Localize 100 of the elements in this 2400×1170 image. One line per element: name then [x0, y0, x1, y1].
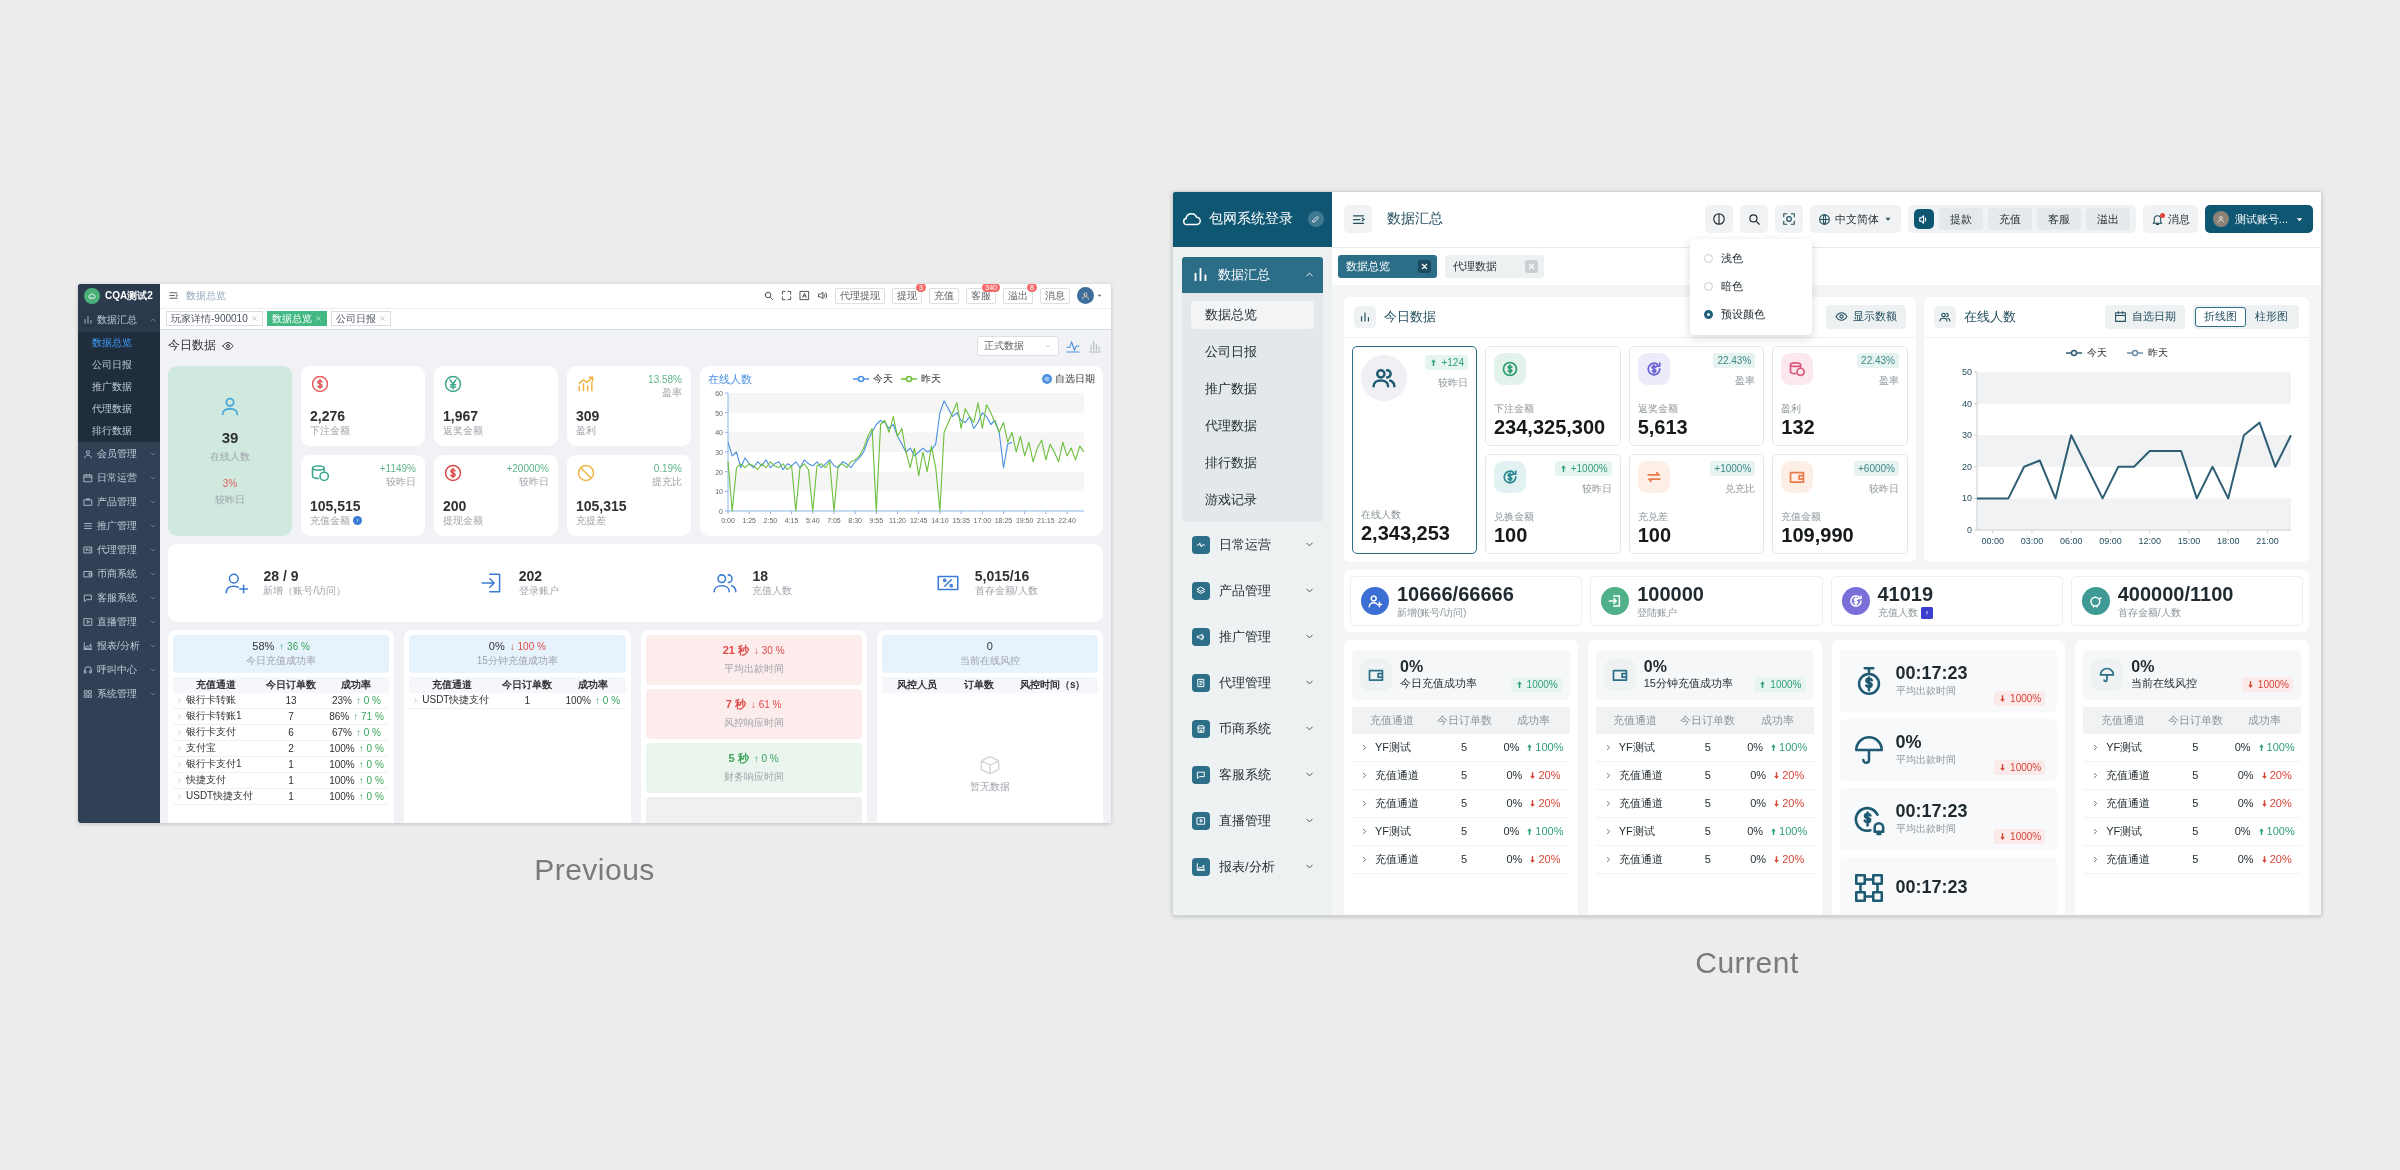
quick-button[interactable]: 充值 [1987, 208, 2032, 230]
theme-option[interactable]: 预设颜色 [1690, 300, 1812, 329]
language-select[interactable]: 中文简体 [1809, 205, 1901, 233]
data-source-select[interactable]: 正式数据 [977, 335, 1059, 356]
menu-item[interactable]: 直播管理 [1182, 797, 1323, 844]
submenu-item[interactable]: 代理数据 [1191, 411, 1314, 440]
tab[interactable]: 玩家详情-900010 [166, 311, 263, 326]
messages-button[interactable]: 消息 [2142, 205, 2198, 233]
trend-text: 20% [2259, 797, 2292, 809]
quick-button[interactable]: 溢出 [2085, 208, 2130, 230]
translate-icon[interactable] [799, 290, 810, 301]
table-cell: 5 [2192, 741, 2199, 753]
column-header: 充值通道 [2100, 712, 2145, 728]
sound-button[interactable] [1913, 209, 1934, 229]
expand-icon[interactable] [781, 290, 792, 301]
search-icon[interactable] [763, 290, 774, 301]
submenu-item[interactable]: 排行数据 [78, 419, 160, 442]
trend-text: ↑ 0 % [753, 753, 779, 764]
tab[interactable]: 公司日报 [330, 311, 391, 326]
tab[interactable]: 数据总览 [1338, 254, 1437, 278]
menu-item[interactable]: 会员管理 [78, 441, 160, 466]
table-cell: 2 [288, 742, 294, 754]
submenu-item[interactable]: 数据总览 [1191, 300, 1314, 329]
search-button[interactable] [1739, 205, 1768, 233]
axis-label: 06:00 [2059, 535, 2082, 546]
stat-value: 58% [252, 639, 275, 652]
menu-item[interactable]: 日常运营 [1182, 521, 1323, 568]
menu-button[interactable] [1344, 205, 1372, 233]
radio-button[interactable] [1704, 310, 1713, 319]
menu-item[interactable]: 日常运营 [78, 465, 160, 490]
menu-item[interactable]: 推广管理 [1182, 613, 1323, 660]
column-header: 充值通道 [1369, 712, 1414, 728]
trend-badge: +124 [1425, 354, 1468, 370]
date-picker-button[interactable]: 自选日期 [1042, 372, 1095, 386]
quick-button[interactable]: 客服 [2036, 208, 2081, 230]
stat-value: 2,276 [310, 408, 347, 424]
menu-item[interactable]: 产品管理 [78, 489, 160, 514]
submenu-item[interactable]: 排行数据 [1191, 448, 1314, 477]
submenu-item[interactable]: 数据总览 [78, 331, 160, 354]
theme-button[interactable] [1704, 205, 1733, 233]
trend-text: 20% [1528, 797, 1561, 809]
view-toggle[interactable]: 折线图 [2195, 306, 2246, 327]
menu-item[interactable]: 客服系统 [78, 585, 160, 610]
show-amount-button[interactable]: 显示数额 [1826, 304, 1906, 329]
view-toggle[interactable]: 柱形图 [2246, 306, 2297, 327]
stat-label: 首存金额/人数 [974, 584, 1038, 598]
toolbar-button[interactable]: 消息 [1040, 287, 1070, 304]
table-cell: YF测试 [1375, 823, 1412, 839]
date-picker-button[interactable]: 自选日期 [2105, 304, 2185, 329]
menu-item[interactable]: 代理管理 [78, 537, 160, 562]
menu-item[interactable]: 呼叫中心 [78, 657, 160, 682]
toolbar-button[interactable]: 代理提现 [835, 287, 885, 304]
trend-text: ↓ 61 % [750, 699, 782, 710]
table-cell: 1 [288, 790, 294, 802]
scan-button[interactable] [1774, 205, 1803, 233]
eye-icon[interactable] [222, 339, 234, 352]
submenu-item[interactable]: 推广数据 [1191, 374, 1314, 403]
account-menu[interactable]: 测试账号... [2204, 205, 2313, 233]
trend-badge: 1000% [1994, 690, 2046, 706]
speaker-icon[interactable] [817, 290, 828, 301]
submenu-item[interactable]: 公司日报 [1191, 337, 1314, 366]
menu-item[interactable]: 系统管理 [78, 681, 160, 706]
menu-item[interactable]: 数据汇总 [1182, 256, 1323, 293]
menu-item[interactable]: 报表/分析 [1182, 843, 1323, 890]
submenu-item[interactable]: 推广数据 [78, 375, 160, 398]
toolbar-button[interactable]: 充值 [929, 287, 959, 304]
axis-label: 00:00 [1980, 535, 2004, 546]
search-icon [1746, 212, 1761, 226]
trend-label: 盈率 [1735, 373, 1756, 388]
table-cell: 5 [2192, 825, 2199, 837]
table-cell: 67% [331, 726, 352, 738]
theme-option[interactable]: 浅色 [1690, 244, 1812, 273]
menu-item[interactable]: 数据汇总 [78, 307, 160, 332]
stat-label: 充值人数 [752, 583, 793, 598]
menu-item[interactable]: 推广管理 [78, 513, 160, 538]
menu-item[interactable]: 币商系统 [1182, 705, 1323, 752]
table-cell: 100% [329, 758, 355, 770]
menu-item[interactable]: 产品管理 [1182, 567, 1323, 614]
avatar-icon[interactable] [1077, 287, 1094, 304]
menu-item[interactable]: 直播管理 [78, 609, 160, 634]
edit-icon[interactable] [1308, 211, 1324, 227]
trend-text: ↓ 100 % [509, 640, 546, 652]
submenu-item[interactable]: 代理数据 [78, 397, 160, 420]
table-cell: 1 [524, 694, 530, 706]
submenu-item[interactable]: 游戏记录 [1191, 485, 1314, 514]
menu-item[interactable]: 代理管理 [1182, 659, 1323, 706]
quick-button[interactable]: 提款 [1938, 208, 1983, 230]
menu-item[interactable]: 报表/分析 [78, 633, 160, 658]
menu-item[interactable]: 客服系统 [1182, 751, 1323, 798]
submenu-item[interactable]: 公司日报 [78, 353, 160, 376]
axis-label: 12:00 [2137, 535, 2161, 546]
menu-icon[interactable] [168, 290, 179, 301]
table-cell: 5 [1704, 825, 1711, 837]
tab[interactable]: 代理数据 [1445, 254, 1544, 278]
menu-item[interactable]: 币商系统 [78, 561, 160, 586]
trend-label: 较昨日 [386, 475, 416, 489]
table-cell: 银行卡支付 [186, 725, 236, 739]
legend-marker-icon [853, 375, 869, 383]
close-icon[interactable] [1420, 261, 1429, 271]
theme-option[interactable]: 暗色 [1690, 272, 1812, 301]
